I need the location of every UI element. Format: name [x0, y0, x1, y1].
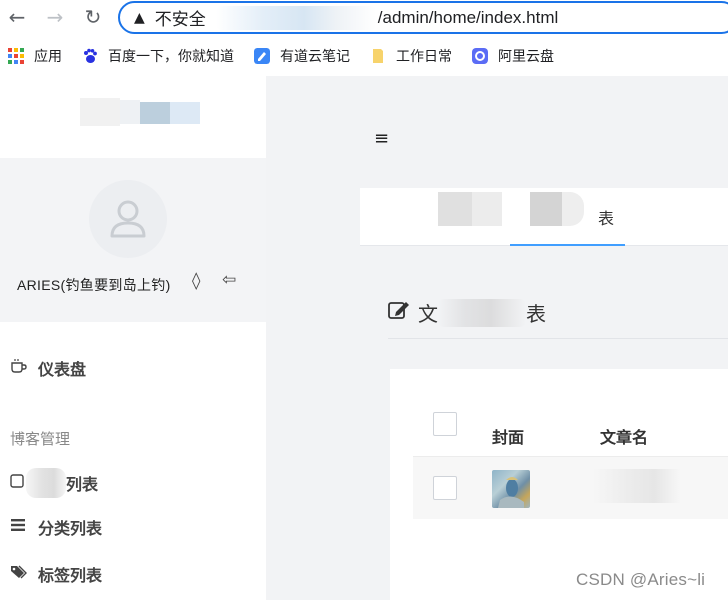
bookmark-youdao[interactable]: 有道云笔记 — [254, 46, 350, 66]
edit-icon — [388, 300, 410, 325]
watermark: CSDN @Aries~li — [576, 570, 706, 589]
baidu-paw-icon — [84, 48, 97, 63]
tab-active-indicator — [510, 244, 625, 246]
browser-toolbar: ← → ↻ ▲ 不安全 /admin/home/index.html — [0, 0, 728, 38]
reload-icon[interactable]: ↻ — [80, 4, 106, 30]
main-content: ≡ 表 文 表 封面 文章名 — [266, 76, 728, 600]
tab-label: 表 — [598, 211, 615, 228]
url-path[interactable]: /admin/home/index.html — [378, 8, 558, 28]
bookmarks-bar: 应用 百度一下，你就知道 有道云笔记 工作日常 阿里云盘 — [0, 40, 728, 72]
article-label-redaction — [26, 468, 66, 498]
menu-group-blog: 博客管理 — [10, 431, 71, 448]
address-bar[interactable]: ▲ 不安全 /admin/home/index.html — [118, 1, 728, 34]
bookmark-label: 应用 — [34, 48, 62, 64]
row-checkbox[interactable] — [433, 476, 457, 500]
page-title: 文 表 — [388, 298, 546, 327]
table-header: 封面 文章名 — [413, 403, 728, 457]
bookmark-apps[interactable]: 应用 — [8, 46, 62, 66]
menu-toggle-icon[interactable]: ≡ — [374, 128, 389, 149]
username: ARIES(钓鱼要到岛上钓) — [17, 277, 171, 293]
theme-drop-icon[interactable]: ◊ — [192, 271, 200, 291]
logout-icon[interactable]: ⇦ — [222, 270, 236, 290]
tab-label-redaction — [472, 192, 502, 226]
page-title-text: 表 — [526, 304, 546, 326]
table-header-cover: 封面 — [492, 430, 525, 447]
tab-label-redaction — [438, 192, 472, 226]
sidebar-item-label: 列表 — [66, 477, 99, 494]
article-name-redaction — [593, 469, 681, 503]
sidebar-item-label: 分类列表 — [38, 521, 103, 538]
apps-grid-icon — [8, 48, 24, 64]
bookmark-label: 百度一下，你就知道 — [108, 48, 234, 64]
table-header-title: 文章名 — [600, 430, 649, 447]
forward-arrow-icon[interactable]: → — [42, 4, 68, 30]
sidebar-item-dashboard[interactable]: 仪表盘 — [10, 356, 86, 380]
select-all-checkbox[interactable] — [433, 412, 457, 436]
table-row[interactable] — [413, 457, 728, 519]
tab-bar: 表 — [360, 188, 728, 246]
insecure-label[interactable]: 不安全 — [155, 5, 206, 30]
title-divider — [388, 338, 728, 339]
coffee-cup-icon — [10, 358, 30, 378]
tab-label-redaction — [562, 192, 584, 226]
youdao-note-icon — [254, 48, 270, 64]
bookmark-label: 工作日常 — [396, 48, 452, 64]
bookmark-label: 有道云笔记 — [280, 48, 350, 64]
sidebar-item-label: 仪表盘 — [38, 362, 87, 379]
article-table-card: 封面 文章名 — [390, 369, 728, 600]
sidebar-item-articles[interactable]: 列表 — [10, 468, 98, 498]
aliyun-drive-icon — [472, 48, 488, 64]
bookmark-label: 阿里云盘 — [498, 48, 554, 64]
bookmark-baidu[interactable]: 百度一下，你就知道 — [82, 46, 234, 66]
sidebar-item-categories[interactable]: 分类列表 — [10, 515, 102, 539]
url-host-redaction — [215, 5, 376, 30]
folder-icon — [373, 49, 383, 63]
sidebar-item-label: 标签列表 — [38, 568, 103, 585]
tags-icon — [10, 564, 30, 584]
page-title-text: 文 — [418, 304, 438, 326]
tab-label-redaction — [530, 192, 562, 226]
warning-icon[interactable]: ▲ — [134, 10, 145, 26]
bookmark-work[interactable]: 工作日常 — [370, 46, 452, 66]
sidebar: ARIES(钓鱼要到岛上钓) ◊ ⇦ 仪表盘 博客管理 列表 分类列表 标签列表 — [0, 76, 266, 600]
back-arrow-icon[interactable]: ← — [4, 4, 30, 30]
article-icon — [10, 473, 30, 493]
page-title-redaction — [438, 298, 526, 327]
sidebar-item-tags[interactable]: 标签列表 — [10, 562, 102, 586]
list-icon — [10, 518, 30, 536]
user-panel: ARIES(钓鱼要到岛上钓) ◊ ⇦ — [0, 158, 266, 322]
avatar[interactable] — [89, 180, 167, 258]
logo-redaction — [80, 94, 200, 130]
user-icon — [110, 200, 146, 238]
bookmark-aliyun[interactable]: 阿里云盘 — [472, 46, 554, 66]
article-cover-thumbnail[interactable] — [492, 470, 530, 508]
